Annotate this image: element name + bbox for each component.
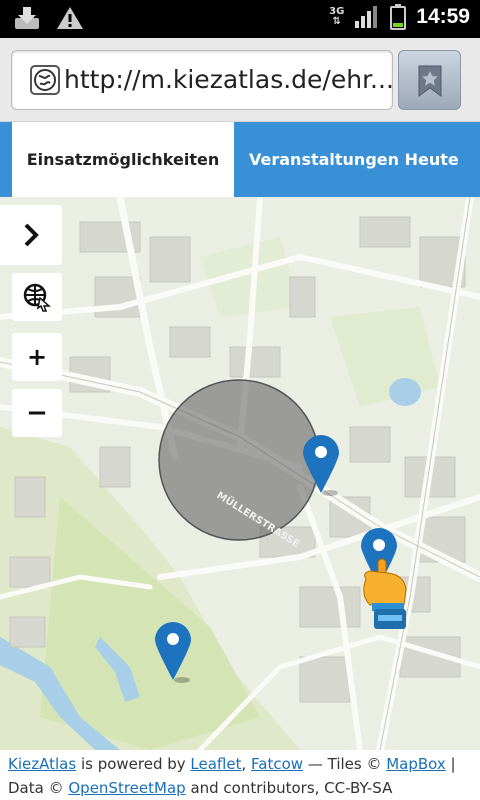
- url-field[interactable]: http://m.kiezatlas.de/ehr...: [11, 50, 393, 110]
- attribution-text: |: [445, 755, 456, 773]
- map[interactable]: MÜLLERSTRASSE + −: [0, 197, 480, 750]
- attribution-text: ,: [241, 755, 252, 773]
- pointing-hand-icon: [363, 558, 407, 629]
- tab-einsatzmoeglichkeiten[interactable]: Einsatzmöglichkeiten: [12, 122, 234, 197]
- globe-cursor-icon: [23, 283, 51, 312]
- attribution-text: is powered by: [76, 755, 191, 773]
- attribution-text: — Tiles ©: [303, 755, 387, 773]
- locate-button[interactable]: [12, 273, 62, 321]
- mapbox-link[interactable]: MapBox: [386, 755, 446, 773]
- network-type: 3G ⇅: [329, 6, 345, 27]
- globe-icon: [30, 65, 60, 95]
- attribution-text: Data ©: [8, 779, 69, 797]
- leaflet-link[interactable]: Leaflet: [190, 755, 241, 773]
- status-bar: 3G ⇅ 14:59: [0, 0, 480, 38]
- bookmark-star-icon: [418, 65, 442, 97]
- openstreetmap-link[interactable]: OpenStreetMap: [68, 779, 185, 797]
- clock: 14:59: [416, 5, 470, 28]
- map-attribution: KiezAtlas is powered by Leaflet, Fatcow …: [0, 750, 480, 800]
- download-icon: [15, 7, 39, 29]
- map-tiles: MÜLLERSTRASSE: [0, 197, 480, 750]
- tab-bar: Einsatzmöglichkeiten Veranstaltungen Heu…: [0, 122, 480, 197]
- fatcow-link[interactable]: Fatcow: [251, 755, 303, 773]
- zoom-out-button[interactable]: −: [12, 389, 62, 437]
- signal-icon: [355, 6, 378, 28]
- zoom-in-button[interactable]: +: [12, 333, 62, 381]
- attribution-text: and contributors, CC-BY-SA: [185, 779, 393, 797]
- battery-icon: [390, 4, 407, 30]
- browser-toolbar: http://m.kiezatlas.de/ehr...: [0, 38, 480, 122]
- warning-icon: [57, 7, 83, 29]
- tab-veranstaltungen-heute[interactable]: Veranstaltungen Heute: [234, 122, 480, 197]
- url-text: http://m.kiezatlas.de/ehr...: [64, 65, 393, 94]
- expand-panel-button[interactable]: [0, 205, 62, 265]
- kiezatlas-link[interactable]: KiezAtlas: [8, 755, 76, 773]
- bookmark-button[interactable]: [398, 50, 461, 110]
- chevron-right-icon: [24, 223, 39, 247]
